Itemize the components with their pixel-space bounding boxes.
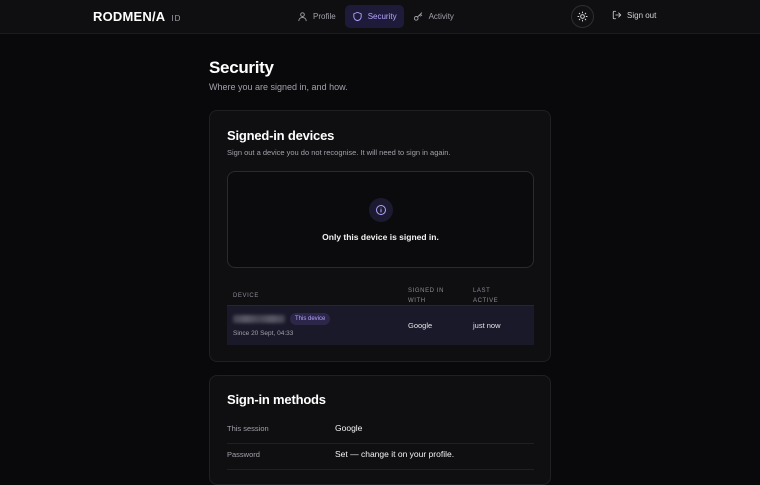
theme-toggle-button[interactable] bbox=[571, 5, 594, 28]
method-value: Google bbox=[335, 423, 363, 433]
device-name-redacted bbox=[233, 315, 285, 323]
page-subtitle: Where you are signed in, and how. bbox=[209, 82, 348, 92]
sign-out-icon bbox=[612, 10, 622, 20]
method-value: Set — change it on your profile. bbox=[335, 449, 455, 459]
empty-state-message: Only this device is signed in. bbox=[322, 232, 439, 242]
methods-title: Sign-in methods bbox=[227, 392, 326, 407]
table-header: DEVICE SIGNED IN WITH LAST ACTIVE bbox=[227, 278, 534, 305]
devices-table: DEVICE SIGNED IN WITH LAST ACTIVE This d… bbox=[227, 278, 534, 345]
nav-security[interactable]: Security bbox=[344, 5, 404, 28]
signed-in-devices-card: Signed-in devices Sign out a device you … bbox=[209, 110, 551, 362]
nav-activity-label: Activity bbox=[428, 12, 454, 21]
nav-security-label: Security bbox=[367, 12, 397, 21]
user-icon bbox=[298, 12, 307, 22]
this-device-badge: This device bbox=[290, 313, 331, 325]
device-signed-in-with: Google bbox=[408, 321, 433, 330]
main-nav: Profile Security Activity bbox=[290, 5, 461, 28]
device-since: Since 20 Sept, 04:33 bbox=[233, 330, 294, 337]
table-row[interactable]: This device Since 20 Sept, 04:33 Google … bbox=[227, 305, 534, 345]
column-signed-in-with: SIGNED IN WITH bbox=[408, 286, 444, 306]
sign-out-button[interactable]: Sign out bbox=[612, 10, 656, 20]
top-bar: RODMEN/A ID Profile Security Activity Si… bbox=[0, 0, 760, 34]
column-device: DEVICE bbox=[233, 293, 259, 299]
sign-out-label: Sign out bbox=[627, 10, 657, 20]
devices-description: Sign out a device you do not recognise. … bbox=[227, 148, 451, 157]
logo-suffix: ID bbox=[171, 14, 182, 23]
column-last-active-line1: LAST bbox=[473, 288, 491, 294]
info-icon bbox=[376, 205, 386, 215]
empty-state: Only this device is signed in. bbox=[227, 171, 534, 268]
nav-activity[interactable]: Activity bbox=[406, 5, 461, 28]
shield-icon bbox=[353, 11, 362, 22]
nav-profile-label: Profile bbox=[313, 12, 336, 21]
sign-in-methods-card: Sign-in methods This session Google Pass… bbox=[209, 375, 551, 485]
method-row: Password Set — change it on your profile… bbox=[227, 444, 534, 470]
nav-profile[interactable]: Profile bbox=[290, 5, 343, 28]
page-title: Security bbox=[209, 58, 274, 77]
method-label: This session bbox=[227, 424, 269, 433]
devices-title: Signed-in devices bbox=[227, 128, 335, 143]
method-row: This session Google bbox=[227, 418, 534, 444]
info-icon-wrapper bbox=[369, 198, 393, 222]
logo-text: RODMEN/A bbox=[93, 9, 166, 24]
method-label: Password bbox=[227, 450, 260, 459]
device-last-active: just now bbox=[473, 321, 501, 330]
column-last-active: LAST ACTIVE bbox=[473, 286, 498, 306]
sun-icon bbox=[577, 11, 588, 22]
column-signed-in-line1: SIGNED IN bbox=[408, 288, 445, 294]
brand-logo[interactable]: RODMEN/A ID bbox=[93, 9, 181, 24]
key-icon bbox=[413, 12, 422, 21]
